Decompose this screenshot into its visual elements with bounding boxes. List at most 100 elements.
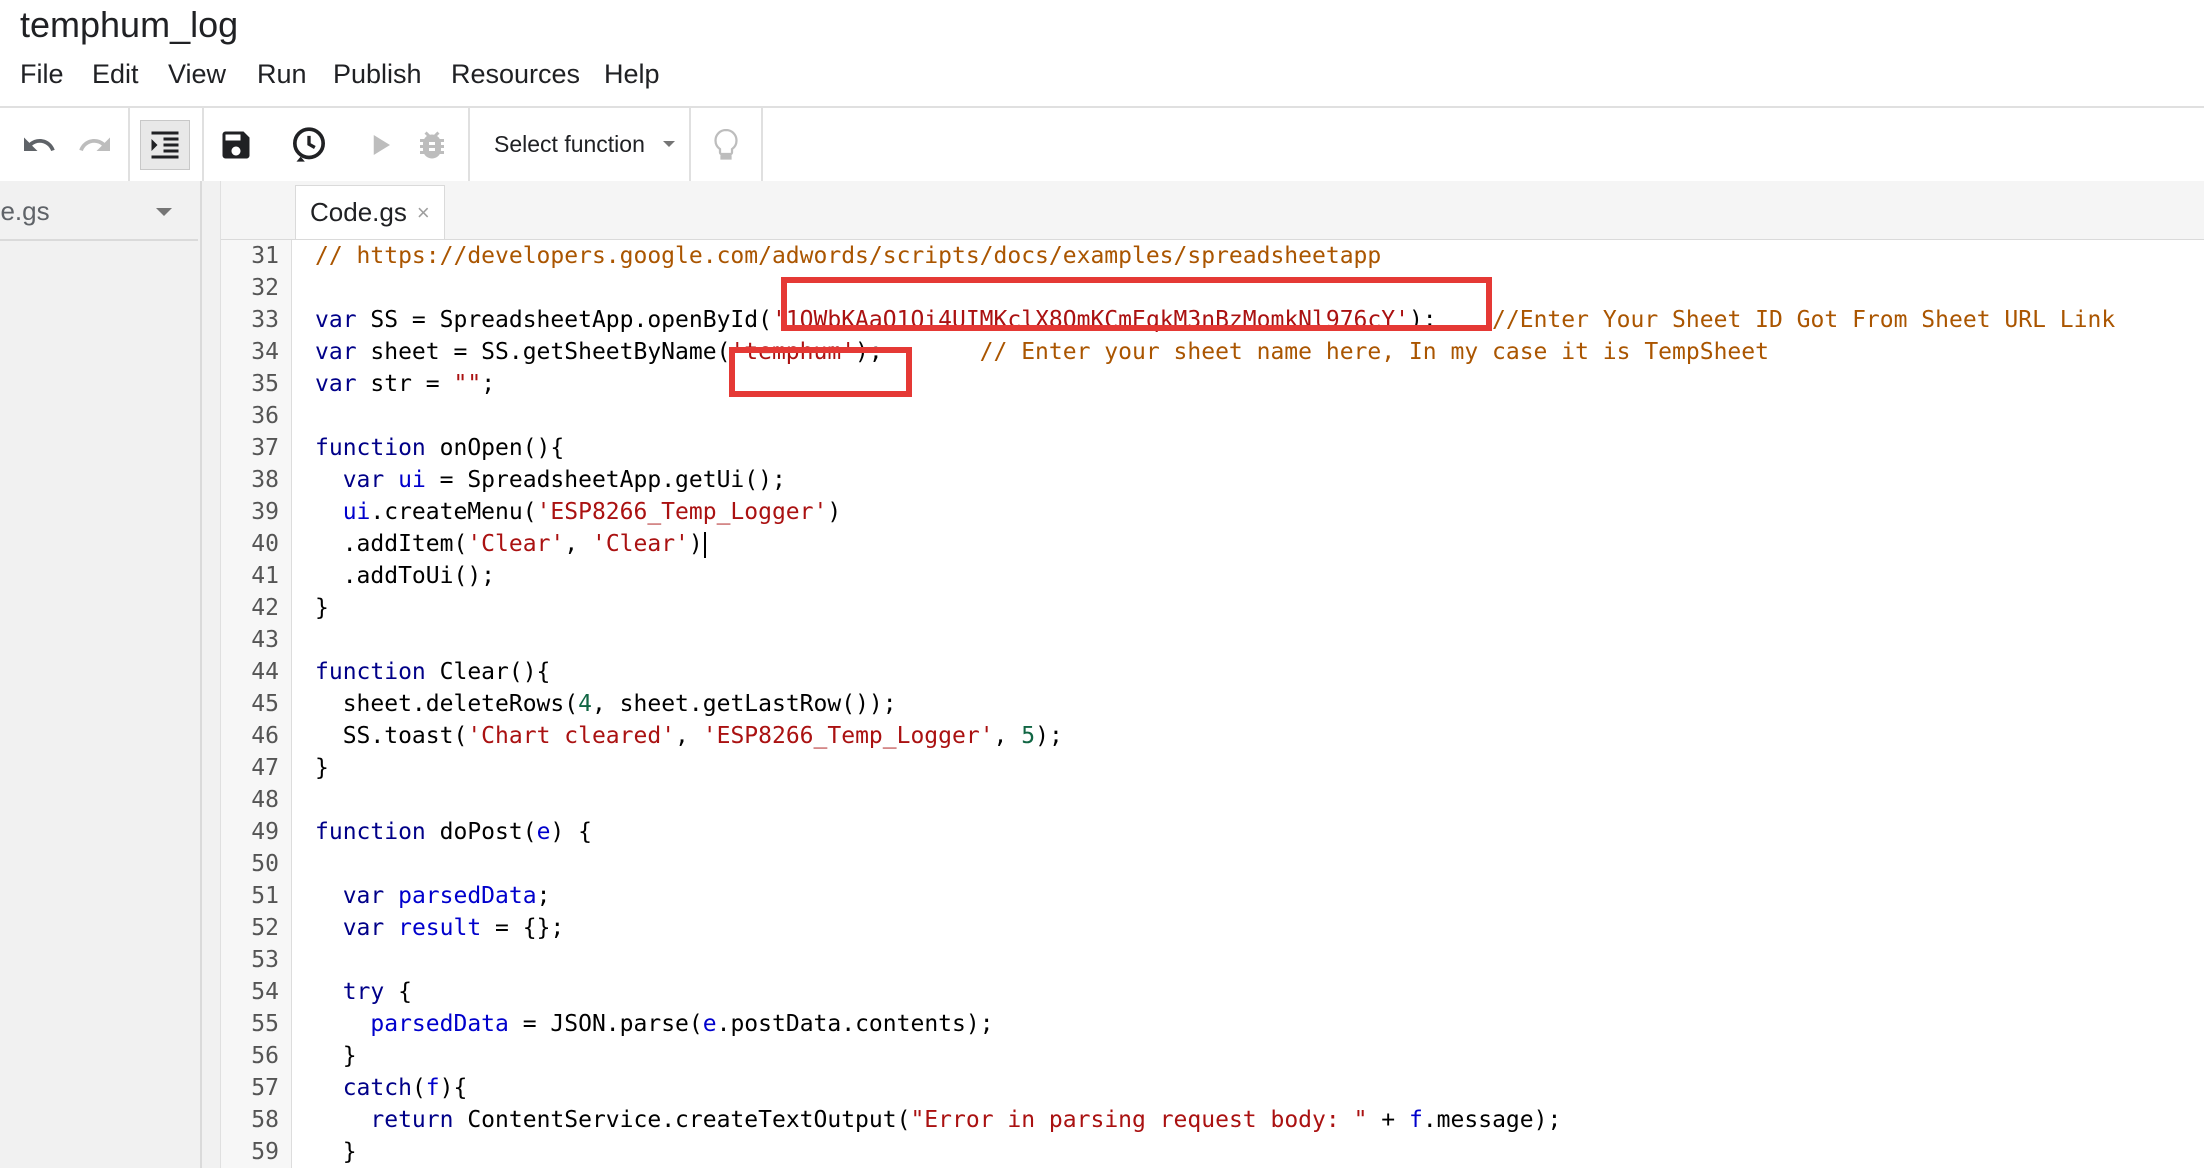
- line-number: 59: [251, 1139, 279, 1165]
- code-line[interactable]: 48: [221, 784, 2204, 816]
- toolbar-separator: [128, 108, 130, 181]
- toolbar-separator: [202, 108, 204, 181]
- code-text: .addItem('Clear', 'Clear'): [315, 528, 706, 560]
- line-number: 53: [251, 947, 279, 973]
- menu-resources[interactable]: Resources: [451, 59, 580, 90]
- close-icon[interactable]: ×: [417, 200, 430, 226]
- code-line[interactable]: 35 var str = "";: [221, 368, 2204, 400]
- code-line[interactable]: 46 SS.toast('Chart cleared', 'ESP8266_Te…: [221, 720, 2204, 752]
- code-line[interactable]: 41 .addToUi();: [221, 560, 2204, 592]
- line-number: 51: [251, 883, 279, 909]
- code-line[interactable]: 52 var result = {};: [221, 912, 2204, 944]
- line-number: 38: [251, 467, 279, 493]
- line-number: 39: [251, 499, 279, 525]
- line-number: 40: [251, 531, 279, 557]
- line-number: 32: [251, 275, 279, 301]
- code-text: var SS = SpreadsheetApp.openById('1QWbKA…: [315, 307, 2116, 333]
- file-item-code[interactable]: de.gs: [0, 181, 198, 241]
- line-number: 46: [251, 723, 279, 749]
- suggestions-button[interactable]: [701, 120, 751, 170]
- code-line[interactable]: 54 try {: [221, 976, 2204, 1008]
- toolbar: Select function: [0, 106, 2204, 183]
- save-button[interactable]: [211, 120, 261, 170]
- menu-run[interactable]: Run: [257, 59, 307, 90]
- select-function-label: Select function: [494, 130, 645, 157]
- editor-tab-bar: Code.gs ×: [221, 181, 2204, 240]
- code-text: var result = {};: [315, 915, 565, 941]
- tab-label: Code.gs: [310, 197, 407, 227]
- menu-help[interactable]: Help: [604, 59, 660, 90]
- redo-icon: [79, 137, 110, 151]
- line-number: 31: [251, 243, 279, 269]
- menu-view[interactable]: View: [168, 59, 226, 90]
- code-text: }: [315, 595, 329, 621]
- select-function-dropdown[interactable]: Select function: [494, 124, 675, 164]
- line-number: 41: [251, 563, 279, 589]
- triggers-button[interactable]: [284, 120, 334, 170]
- code-line[interactable]: 40 .addItem('Clear', 'Clear'): [221, 528, 2204, 560]
- code-line[interactable]: 32: [221, 272, 2204, 304]
- debug-button[interactable]: [407, 120, 457, 170]
- sheet-id-string: '1QWbKAaO1Qi4UIMKclX8QmKCmEqkM3nBzMomkNl…: [771, 307, 1409, 333]
- code-line[interactable]: 45 sheet.deleteRows(4, sheet.getLastRow(…: [221, 688, 2204, 720]
- code-text: SS.toast('Chart cleared', 'ESP8266_Temp_…: [315, 723, 1063, 749]
- code-line[interactable]: 36: [221, 400, 2204, 432]
- code-text: var sheet = SS.getSheetByName('temphum')…: [315, 339, 1769, 365]
- code-text: function Clear(){: [315, 659, 551, 685]
- toolbar-separator: [689, 108, 691, 181]
- code-line[interactable]: 33 var SS = SpreadsheetApp.openById('1QWb…: [221, 304, 2204, 336]
- undo-icon: [24, 137, 55, 151]
- panel-divider[interactable]: [202, 181, 221, 1168]
- code-text: .addToUi();: [315, 563, 496, 589]
- code-text: }: [315, 1043, 357, 1069]
- code-line[interactable]: 38 var ui = SpreadsheetApp.getUi();: [221, 464, 2204, 496]
- line-number: 37: [251, 435, 279, 461]
- code-line[interactable]: 39 ui.createMenu('ESP8266_Temp_Logger'): [221, 496, 2204, 528]
- code-line[interactable]: 58 return ContentService.createTextOutpu…: [221, 1104, 2204, 1136]
- menu-edit[interactable]: Edit: [92, 59, 139, 90]
- code-line[interactable]: 47}: [221, 752, 2204, 784]
- code-line[interactable]: 59 }: [221, 1136, 2204, 1168]
- code-text: try {: [315, 979, 412, 1005]
- app-title[interactable]: temphum_log: [20, 4, 238, 46]
- code-line[interactable]: 53: [221, 944, 2204, 976]
- redo-button[interactable]: [70, 120, 120, 170]
- code-line[interactable]: 57 catch(f){: [221, 1072, 2204, 1104]
- menu-publish[interactable]: Publish: [333, 59, 422, 90]
- save-icon: [222, 131, 250, 159]
- code-line[interactable]: 34 var sheet = SS.getSheetByName('temphum…: [221, 336, 2204, 368]
- code-text: var ui = SpreadsheetApp.getUi();: [315, 467, 786, 493]
- code-text: function doPost(e) {: [315, 819, 592, 845]
- code-line[interactable]: 55 parsedData = JSON.parse(e.postData.co…: [221, 1008, 2204, 1040]
- title-bar: temphum_log: [0, 0, 2204, 50]
- line-number: 56: [251, 1043, 279, 1069]
- code-text: }: [315, 1139, 357, 1165]
- code-line[interactable]: 37 function onOpen(){: [221, 432, 2204, 464]
- line-number: 49: [251, 819, 279, 845]
- chevron-down-icon[interactable]: [156, 208, 172, 216]
- run-play-icon: [373, 135, 390, 155]
- code-text: var str = "";: [315, 371, 496, 397]
- code-line[interactable]: 50: [221, 848, 2204, 880]
- code-line[interactable]: 43: [221, 624, 2204, 656]
- tab-code-gs[interactable]: Code.gs ×: [295, 185, 445, 239]
- code-editor[interactable]: 31 // https://developers.google.com/adwor…: [221, 240, 2204, 1168]
- code-line[interactable]: 42}: [221, 592, 2204, 624]
- text-cursor: [703, 531, 706, 558]
- undo-button[interactable]: [14, 120, 64, 170]
- code-line[interactable]: 44 function Clear(){: [221, 656, 2204, 688]
- code-line[interactable]: 56 }: [221, 1040, 2204, 1072]
- file-list-panel: de.gs: [0, 181, 202, 1168]
- line-number: 52: [251, 915, 279, 941]
- run-button[interactable]: [355, 120, 405, 170]
- code-line[interactable]: 49 function doPost(e) {: [221, 816, 2204, 848]
- menu-bar: File Edit View Run Publish Resources Hel…: [0, 55, 2204, 101]
- menu-file[interactable]: File: [20, 59, 64, 90]
- code-line[interactable]: 31 // https://developers.google.com/adwor…: [221, 240, 2204, 272]
- line-number: 54: [251, 979, 279, 1005]
- line-number: 50: [251, 851, 279, 877]
- code-text: function onOpen(){: [315, 435, 565, 461]
- line-number: 42: [251, 595, 279, 621]
- code-line[interactable]: 51 var parsedData;: [221, 880, 2204, 912]
- indent-toggle-button[interactable]: [140, 120, 190, 170]
